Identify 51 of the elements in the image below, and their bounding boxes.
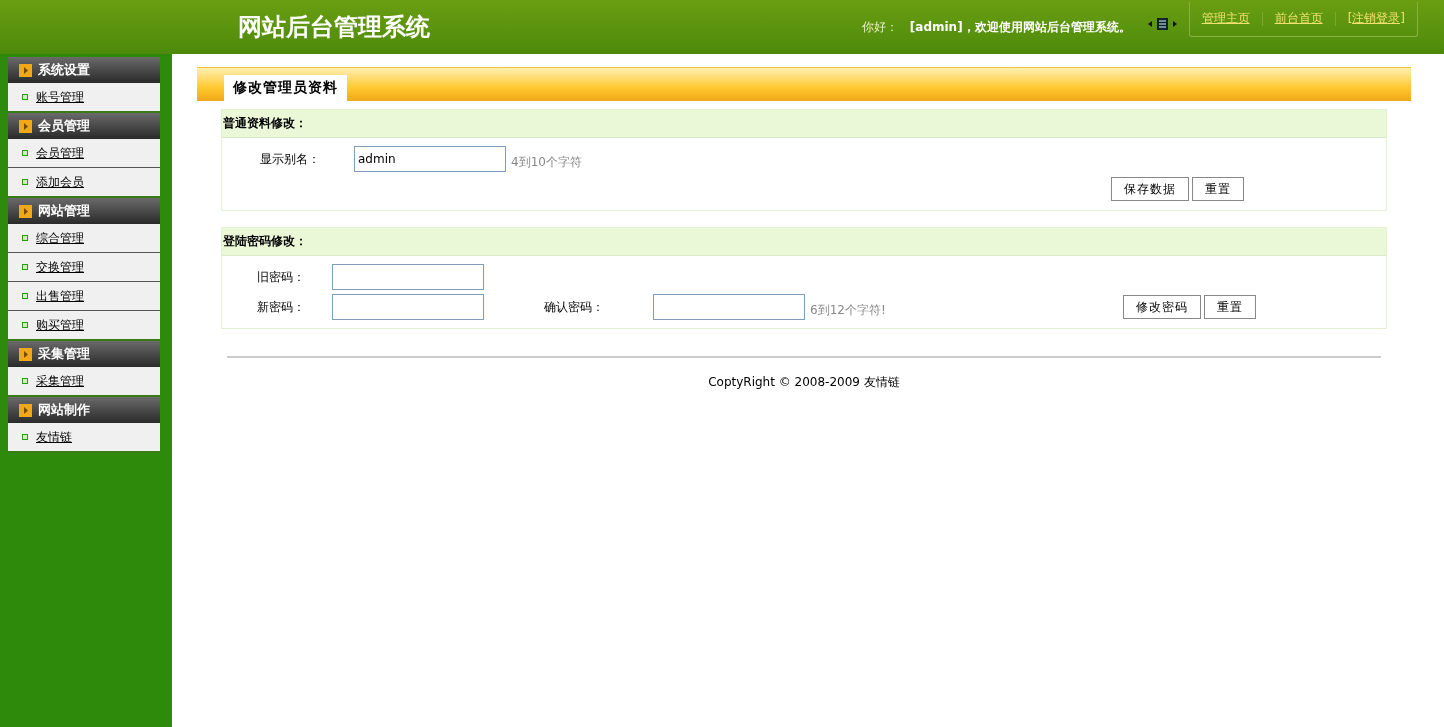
menu-link[interactable]: 出售管理 [36, 287, 84, 305]
field-label: 新密码： [256, 298, 306, 316]
input-field[interactable] [653, 294, 805, 320]
input-field[interactable] [332, 264, 484, 290]
form-button[interactable]: 重置 [1192, 177, 1244, 201]
page-tab[interactable]: 修改管理员资料 [224, 75, 347, 101]
input-field[interactable]: admin [354, 146, 506, 172]
site-title: 网站后台管理系统 [238, 12, 430, 43]
bullet-icon [22, 179, 28, 185]
arrow-square-icon [19, 63, 32, 77]
menu-link[interactable]: 综合管理 [36, 229, 84, 247]
section-title: 普通资料修改： [222, 110, 1386, 138]
menu-group-title: 网站管理 [38, 202, 90, 220]
bullet-icon [22, 94, 28, 100]
menu-group-title: 网站制作 [38, 401, 90, 419]
welcome-message: [admin]，欢迎使用网站后台管理系统。 [909, 18, 1131, 36]
field-label: 确认密码： [543, 298, 605, 316]
menu-link[interactable]: 交换管理 [36, 258, 84, 276]
bullet-icon [22, 150, 28, 156]
copyright-text: CoptyRight © 2008-2009 友情链 [707, 374, 901, 391]
bullet-icon [22, 293, 28, 299]
field-label: 旧密码： [256, 268, 306, 286]
arrow-square-icon [19, 347, 32, 361]
menu-group-header[interactable]: 网站管理 [8, 198, 160, 224]
form-button[interactable]: 修改密码 [1123, 295, 1201, 319]
form-button[interactable]: 重置 [1204, 295, 1256, 319]
arrow-square-icon [19, 119, 32, 133]
list-toggle-icon[interactable] [1146, 17, 1179, 31]
hint-text: 6到12个字符! [810, 301, 886, 319]
bullet-icon [22, 235, 28, 241]
menu-group-header[interactable]: 采集管理 [8, 341, 160, 367]
bullet-icon [22, 378, 28, 384]
bullet-icon [22, 264, 28, 270]
field-label: 显示别名： [259, 150, 321, 168]
hint-text: 4到10个字符 [511, 153, 582, 171]
arrow-square-icon [19, 403, 32, 417]
menu-group-header[interactable]: 会员管理 [8, 113, 160, 139]
arrow-square-icon [19, 204, 32, 218]
menu-link[interactable]: 会员管理 [36, 144, 84, 162]
menu-group-title: 系统设置 [38, 61, 90, 79]
menu-group-header[interactable]: 系统设置 [8, 57, 160, 83]
menu-group-header[interactable]: 网站制作 [8, 397, 160, 423]
input-field[interactable] [332, 294, 484, 320]
bullet-icon [22, 322, 28, 328]
greeting-label: 你好： [861, 18, 898, 36]
section-title: 登陆密码修改： [222, 228, 1386, 256]
menu-group-title: 会员管理 [38, 117, 90, 135]
bullet-icon [22, 434, 28, 440]
menu-link[interactable]: 友情链 [36, 428, 72, 446]
menu-group-title: 采集管理 [38, 345, 90, 363]
form-button[interactable]: 保存数据 [1111, 177, 1189, 201]
